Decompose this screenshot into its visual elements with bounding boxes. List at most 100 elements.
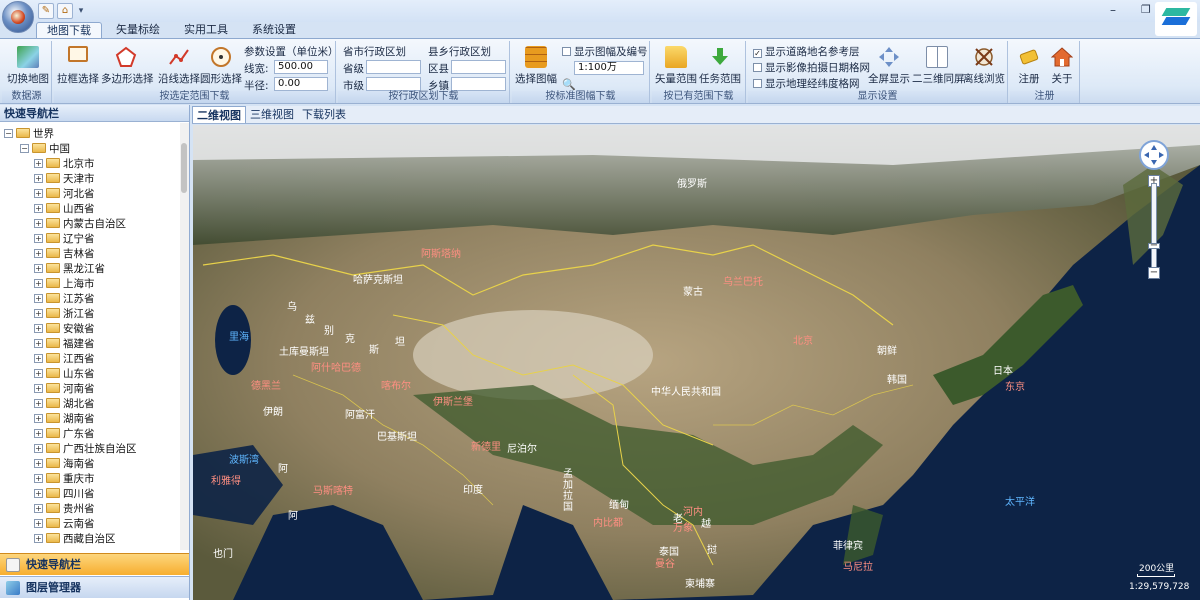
tab-3d-view[interactable]: 三维视图 <box>246 106 298 123</box>
county-select[interactable] <box>451 60 506 74</box>
app-menu-orb[interactable] <box>2 1 34 33</box>
tree-node-province[interactable]: + 云南省 <box>34 517 95 532</box>
expand-icon[interactable]: + <box>34 474 43 483</box>
expand-icon[interactable]: + <box>34 264 43 273</box>
tree-node-province[interactable]: + 西藏自治区 <box>34 532 116 547</box>
circle-select-button[interactable]: 圆形选择 <box>200 46 242 86</box>
tree-node-province[interactable]: + 吉林省 <box>34 247 95 262</box>
expand-icon[interactable]: + <box>34 489 43 498</box>
tree-node-province[interactable]: + 山东省 <box>34 367 95 382</box>
expand-icon[interactable]: + <box>34 249 43 258</box>
vector-range-button[interactable]: 矢量范围 <box>655 46 697 86</box>
expand-icon[interactable]: + <box>34 324 43 333</box>
province-select[interactable] <box>366 60 421 74</box>
expand-icon[interactable]: + <box>34 234 43 243</box>
tab-download-list[interactable]: 下载列表 <box>298 106 350 123</box>
expand-icon[interactable]: + <box>34 414 43 423</box>
tree-node-province[interactable]: + 江西省 <box>34 352 95 367</box>
road-labels-checkbox[interactable]: ✓ 显示道路地名参考层 <box>753 44 860 59</box>
tree-node-province[interactable]: + 浙江省 <box>34 307 95 322</box>
tree-node-province[interactable]: + 黑龙江省 <box>34 262 105 277</box>
city-select[interactable] <box>366 77 421 91</box>
map-view[interactable]: 俄罗斯 阿斯塔纳 哈萨克斯坦 乌兰巴托 蒙古乌兹别克 里海 坦斯 土库曼斯坦 阿什哈巴德 北京 朝鲜… <box>193 125 1200 600</box>
fullscreen-button[interactable]: 全屏显示 <box>868 46 910 86</box>
expand-icon[interactable]: + <box>34 429 43 438</box>
show-sheet-numbers-checkbox[interactable]: 显示图幅及编号 <box>562 44 648 59</box>
polygon-select-button[interactable]: 多边形选择 <box>101 46 154 86</box>
radius-input[interactable]: 0.00 <box>274 77 328 91</box>
tree-node-province[interactable]: + 河南省 <box>34 382 95 397</box>
tree-node-province[interactable]: + 辽宁省 <box>34 232 95 247</box>
nav-button-layers[interactable]: 图层管理器 <box>0 576 189 598</box>
expand-icon[interactable]: + <box>34 369 43 378</box>
expand-icon[interactable]: + <box>34 159 43 168</box>
tree-node-province[interactable]: + 广西壮族自治区 <box>34 442 137 457</box>
tree-node-province[interactable]: + 天津市 <box>34 172 95 187</box>
expand-icon[interactable]: + <box>34 294 43 303</box>
expand-icon[interactable]: + <box>34 399 43 408</box>
tree-node-province[interactable]: + 四川省 <box>34 487 95 502</box>
tree-scrollbar[interactable] <box>180 123 189 550</box>
split-2d3d-button[interactable]: 二三维同屏 <box>912 46 965 86</box>
select-sheet-button[interactable]: 选择图幅 <box>515 46 557 86</box>
tab-system-settings[interactable]: 系统设置 <box>242 22 306 38</box>
expand-icon[interactable]: + <box>34 519 43 528</box>
tree-node-province[interactable]: + 广东省 <box>34 427 95 442</box>
expand-icon[interactable]: + <box>34 384 43 393</box>
tree-node-province[interactable]: + 上海市 <box>34 277 95 292</box>
tree-node-province[interactable]: + 海南省 <box>34 457 95 472</box>
scale-select[interactable]: 1:100万 <box>574 61 644 75</box>
pan-control[interactable] <box>1139 140 1169 170</box>
tree-node-province[interactable]: + 江苏省 <box>34 292 95 307</box>
tab-map-download[interactable]: 地图下载 <box>36 22 102 38</box>
expand-icon[interactable]: + <box>34 459 43 468</box>
tree-node-china[interactable]: − 中国 <box>20 142 70 157</box>
tree-node-province[interactable]: + 福建省 <box>34 337 95 352</box>
quick-access-dropdown[interactable]: ▾ <box>76 6 86 16</box>
tab-tools[interactable]: 实用工具 <box>174 22 238 38</box>
tree-node-world[interactable]: − 世界 <box>4 127 54 142</box>
expand-icon[interactable]: + <box>34 444 43 453</box>
expand-icon[interactable]: + <box>34 309 43 318</box>
register-button[interactable]: 注册 <box>1012 46 1046 86</box>
scroll-thumb[interactable] <box>181 143 187 193</box>
zoom-slider[interactable] <box>1151 183 1157 273</box>
about-button[interactable]: 关于 <box>1046 46 1078 86</box>
box-select-button[interactable]: 拉框选择 <box>57 46 99 86</box>
tree-node-province[interactable]: + 重庆市 <box>34 472 95 487</box>
switch-map-button[interactable]: 切换地图 <box>6 46 50 86</box>
zoom-out-button[interactable]: − <box>1148 267 1160 279</box>
zoom-slider-handle[interactable]: − <box>1148 241 1160 251</box>
image-dates-checkbox[interactable]: 显示影像拍摄日期格网 <box>753 60 870 75</box>
tree-node-province[interactable]: + 山西省 <box>34 202 95 217</box>
tree-node-province[interactable]: + 安徽省 <box>34 322 95 337</box>
expand-icon[interactable]: + <box>34 279 43 288</box>
expand-icon[interactable]: + <box>34 219 43 228</box>
line-select-button[interactable]: 沿线选择 <box>158 46 200 86</box>
expand-icon[interactable]: + <box>34 204 43 213</box>
tree-node-province[interactable]: + 北京市 <box>34 157 95 172</box>
task-range-button[interactable]: 任务范围 <box>699 46 741 86</box>
tree-node-province[interactable]: + 内蒙古自治区 <box>34 217 126 232</box>
tree-node-province[interactable]: + 贵州省 <box>34 502 95 517</box>
expand-icon[interactable]: + <box>34 534 43 543</box>
tree-node-province[interactable]: + 河北省 <box>34 187 95 202</box>
expand-icon[interactable]: + <box>34 354 43 363</box>
tab-vector-plot[interactable]: 矢量标绘 <box>106 22 170 38</box>
expand-icon[interactable]: + <box>34 174 43 183</box>
tree-node-province[interactable]: + 湖南省 <box>34 412 95 427</box>
restore-icon[interactable]: ❐ <box>1141 3 1151 16</box>
magnifier-icon[interactable]: 🔍 <box>562 78 576 91</box>
expand-icon[interactable]: + <box>34 339 43 348</box>
line-width-input[interactable]: 500.00 <box>274 60 328 74</box>
pencil-icon[interactable]: ✎ <box>38 3 54 19</box>
expand-icon[interactable]: + <box>34 504 43 513</box>
minimize-icon[interactable]: – <box>1110 3 1116 17</box>
expand-icon[interactable]: + <box>34 189 43 198</box>
nav-button-quick[interactable]: 快速导航栏 <box>0 553 189 575</box>
town-select[interactable] <box>451 77 506 91</box>
tree-node-province[interactable]: + 湖北省 <box>34 397 95 412</box>
tab-2d-view[interactable]: 二维视图 <box>192 106 246 123</box>
graticule-checkbox[interactable]: 显示地理经纬度格网 <box>753 76 860 91</box>
offline-browse-button[interactable]: 离线浏览 <box>962 46 1006 86</box>
